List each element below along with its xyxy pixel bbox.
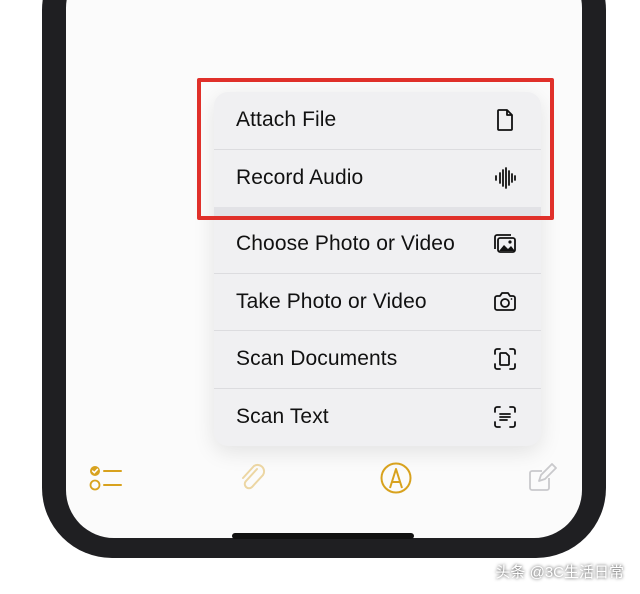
camera-icon [491,288,519,316]
checklist-icon[interactable] [86,458,126,498]
menu-item-scan-documents[interactable]: Scan Documents [214,331,541,389]
menu-item-scan-text[interactable]: Scan Text [214,389,541,447]
bottom-toolbar [66,448,582,508]
menu-item-label: Scan Documents [236,347,398,371]
home-indicator [232,533,414,539]
photo-library-icon [491,230,519,258]
compose-icon[interactable] [522,458,562,498]
doc-scan-icon [491,345,519,373]
menu-item-take-photo[interactable]: Take Photo or Video [214,274,541,331]
markup-icon[interactable] [376,458,416,498]
menu-item-label: Scan Text [236,405,329,429]
menu-item-label: Take Photo or Video [236,289,427,313]
watermark: 头条 @3C生活日常 [495,564,624,581]
paperclip-icon[interactable] [232,458,272,498]
highlight-box [197,78,554,220]
menu-item-choose-photo[interactable]: Choose Photo or Video [214,216,541,274]
text-scan-icon [491,403,519,431]
menu-item-label: Choose Photo or Video [236,232,455,256]
